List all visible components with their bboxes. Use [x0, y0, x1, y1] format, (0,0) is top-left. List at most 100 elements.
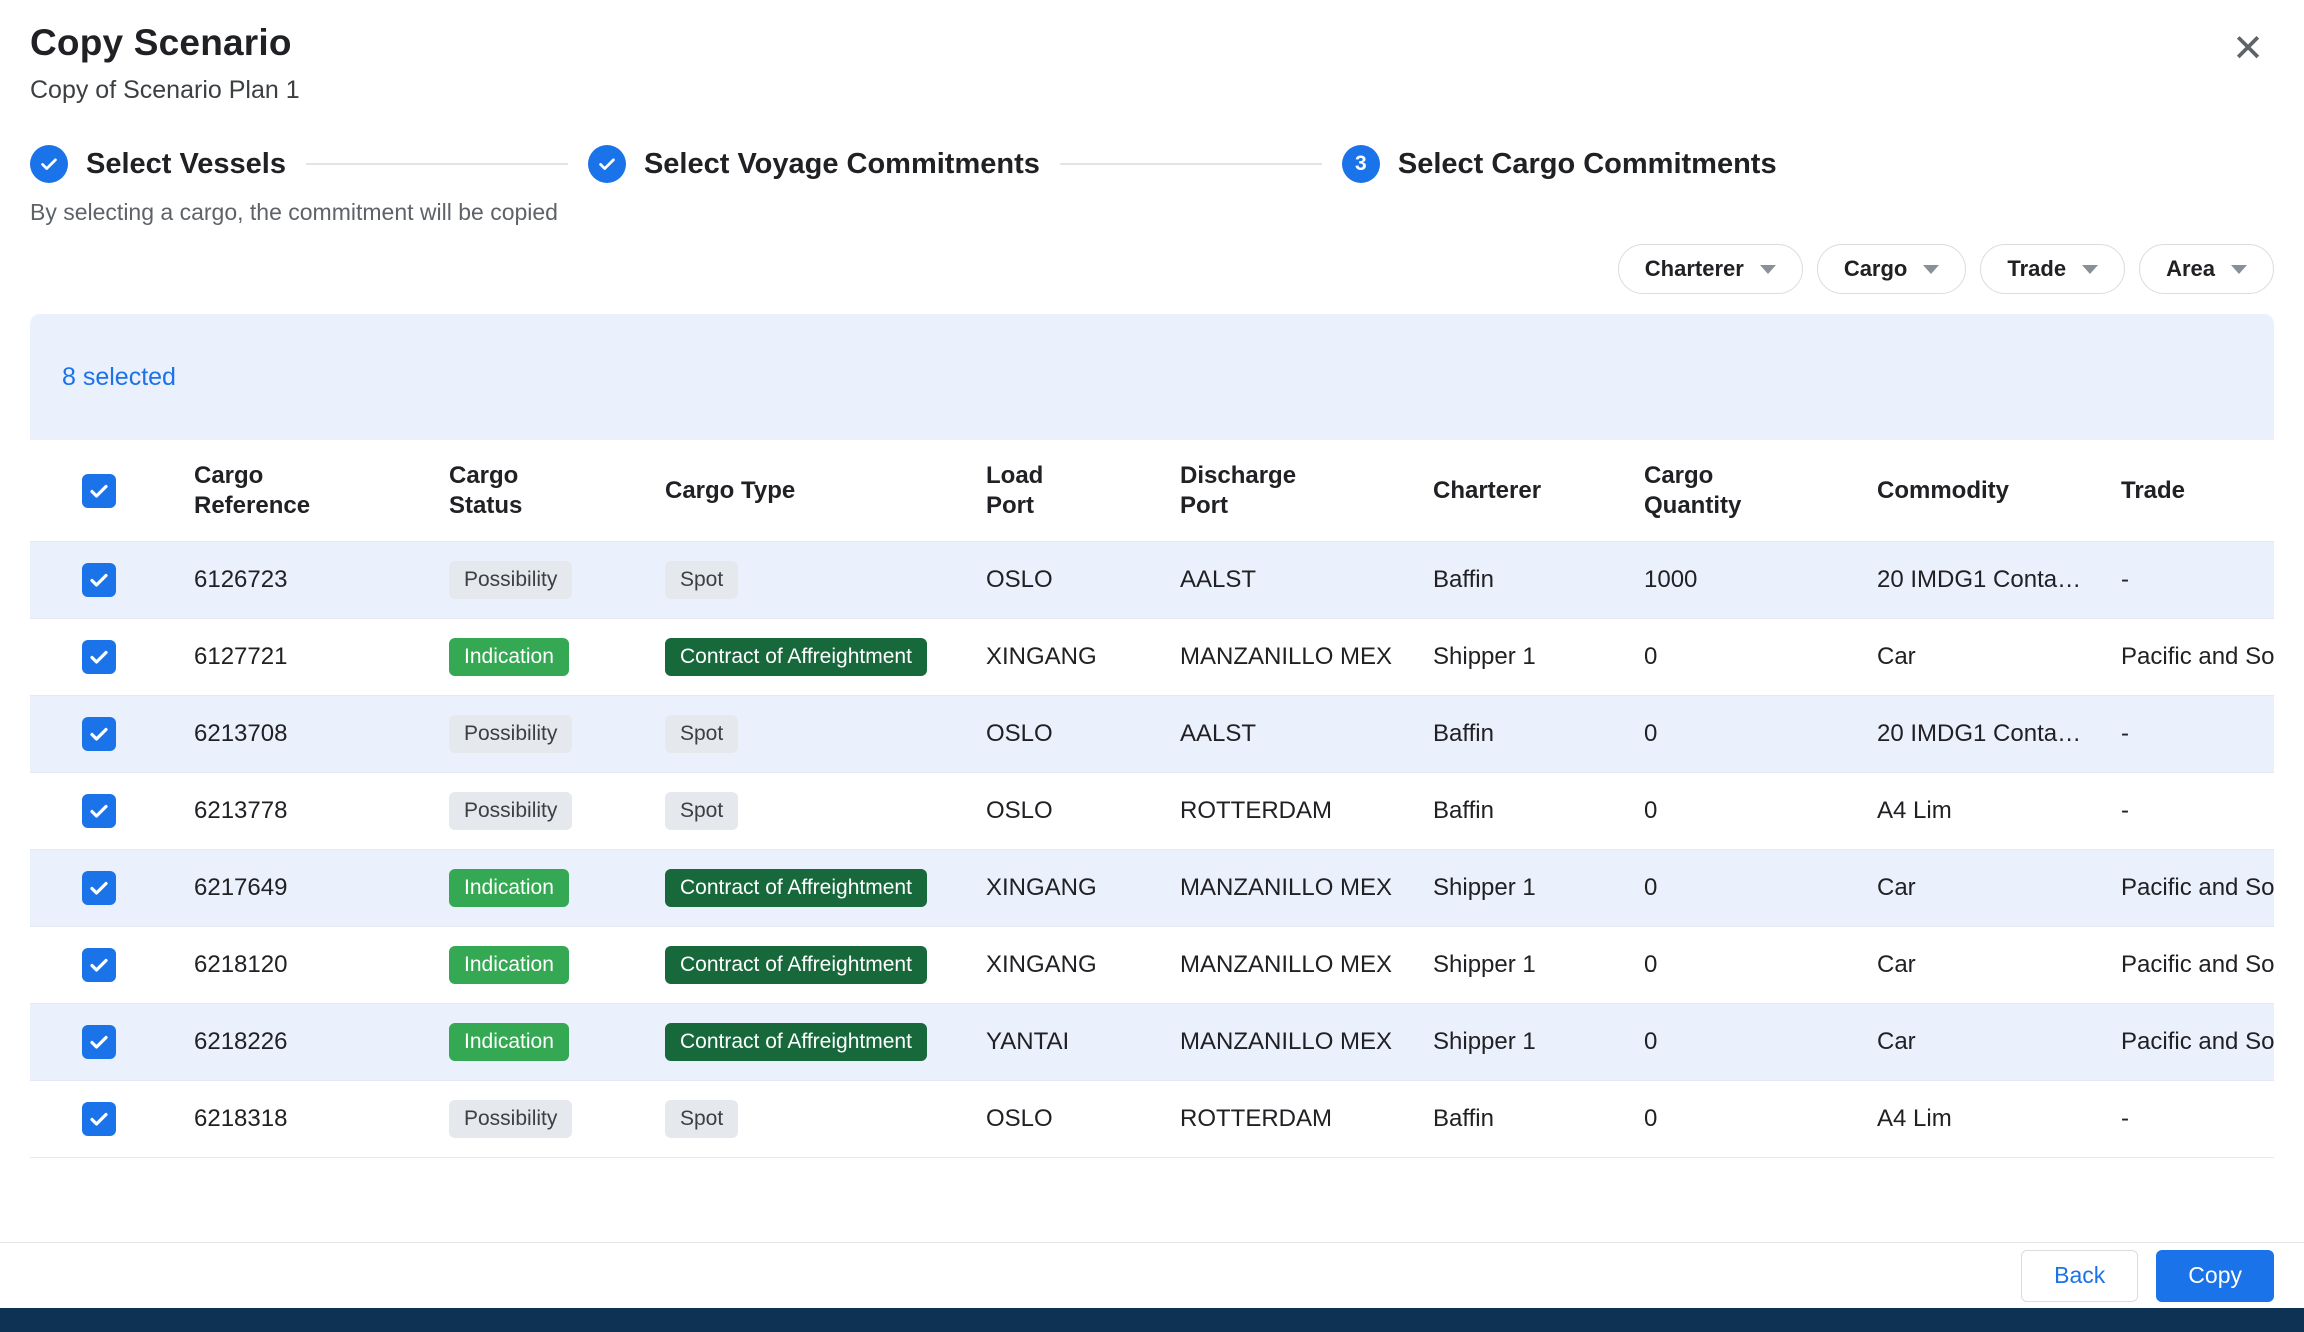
row-checkbox[interactable]	[82, 640, 116, 674]
discharge-port-cell: MANZANILLO MEX	[1180, 951, 1433, 979]
select-all-checkbox[interactable]	[82, 474, 116, 508]
charterer-cell: Baffin	[1433, 720, 1644, 748]
row-checkbox[interactable]	[82, 717, 116, 751]
commodity-cell: 20 IMDG1 Conta…	[1877, 720, 2121, 748]
cargo-status-cell: Indication	[449, 638, 665, 676]
trade-cell: -	[2121, 797, 2274, 825]
step1-check-icon	[30, 145, 68, 183]
table-row[interactable]: 6218318 Possibility Spot OSLO ROTTERDAM …	[30, 1081, 2274, 1158]
cargo-status-cell: Possibility	[449, 792, 665, 830]
table-row[interactable]: 6127721 Indication Contract of Affreight…	[30, 619, 2274, 696]
table-header-row: Cargo Reference Cargo Status Cargo Type …	[30, 440, 2274, 542]
table-row[interactable]: 6218226 Indication Contract of Affreight…	[30, 1004, 2274, 1081]
column-header-cargo-type: Cargo Type	[665, 476, 986, 506]
row-checkbox-cell	[30, 948, 194, 982]
row-checkbox-cell	[30, 563, 194, 597]
cargo-status-badge: Indication	[449, 638, 569, 676]
table-row[interactable]: 6217649 Indication Contract of Affreight…	[30, 850, 2274, 927]
step3-number-badge: 3	[1342, 145, 1380, 183]
cargo-type-cell: Spot	[665, 715, 986, 753]
row-checkbox[interactable]	[82, 794, 116, 828]
cargo-reference-cell: 6218226	[194, 1028, 449, 1056]
column-header-cargo-status: Cargo Status	[449, 461, 665, 521]
cargo-quantity-cell: 0	[1644, 1028, 1877, 1056]
row-checkbox-cell	[30, 1025, 194, 1059]
column-header-cargo-quantity: Cargo Quantity	[1644, 461, 1877, 521]
chevron-down-icon	[2231, 265, 2247, 274]
table-row[interactable]: 6126723 Possibility Spot OSLO AALST Baff…	[30, 542, 2274, 619]
discharge-port-cell: MANZANILLO MEX	[1180, 874, 1433, 902]
trade-filter-dropdown[interactable]: Trade	[1980, 244, 2125, 294]
cargo-reference-cell: 6126723	[194, 566, 449, 594]
load-port-cell: YANTAI	[986, 1028, 1180, 1056]
cargo-status-badge: Possibility	[449, 1100, 572, 1138]
copy-scenario-dialog: Copy Scenario Copy of Scenario Plan 1 ✕ …	[0, 0, 2304, 1234]
row-checkbox-cell	[30, 1102, 194, 1136]
chevron-down-icon	[2082, 265, 2098, 274]
row-checkbox[interactable]	[82, 563, 116, 597]
selection-summary-bar: 8 selected	[30, 314, 2274, 440]
commodity-cell: Car	[1877, 874, 2121, 902]
trade-filter-label: Trade	[2007, 256, 2066, 282]
cargo-filter-label: Cargo	[1844, 256, 1908, 282]
cargo-type-cell: Contract of Affreightment	[665, 1023, 986, 1061]
copy-button[interactable]: Copy	[2156, 1250, 2274, 1302]
cargo-type-cell: Contract of Affreightment	[665, 946, 986, 984]
trade-cell: Pacific and So…	[2121, 1028, 2274, 1056]
charterer-cell: Shipper 1	[1433, 874, 1644, 902]
close-icon[interactable]: ✕	[2222, 24, 2274, 74]
row-checkbox[interactable]	[82, 871, 116, 905]
column-header-load-port: Load Port	[986, 461, 1180, 521]
row-checkbox[interactable]	[82, 948, 116, 982]
row-checkbox[interactable]	[82, 1102, 116, 1136]
charterer-cell: Shipper 1	[1433, 643, 1644, 671]
cargo-quantity-cell: 0	[1644, 951, 1877, 979]
load-port-cell: OSLO	[986, 1105, 1180, 1133]
row-checkbox[interactable]	[82, 1025, 116, 1059]
step-select-vessels[interactable]: Select Vessels	[30, 145, 286, 183]
cargo-type-badge: Spot	[665, 715, 738, 753]
cargo-quantity-cell: 0	[1644, 1105, 1877, 1133]
trade-cell: -	[2121, 566, 2274, 594]
cargo-status-cell: Indication	[449, 869, 665, 907]
discharge-port-cell: ROTTERDAM	[1180, 1105, 1433, 1133]
stepper: Select Vessels Select Voyage Commitments…	[30, 145, 2274, 183]
charterer-cell: Shipper 1	[1433, 951, 1644, 979]
charterer-filter-dropdown[interactable]: Charterer	[1618, 244, 1803, 294]
cargo-reference-cell: 6217649	[194, 874, 449, 902]
commodity-cell: 20 IMDG1 Conta…	[1877, 566, 2121, 594]
table-row[interactable]: 6213708 Possibility Spot OSLO AALST Baff…	[30, 696, 2274, 773]
charterer-cell: Baffin	[1433, 566, 1644, 594]
trade-cell: Pacific and So…	[2121, 643, 2274, 671]
chevron-down-icon	[1923, 265, 1939, 274]
area-filter-dropdown[interactable]: Area	[2139, 244, 2274, 294]
cargo-type-cell: Contract of Affreightment	[665, 869, 986, 907]
back-button[interactable]: Back	[2021, 1250, 2138, 1302]
selected-count: 8 selected	[62, 363, 176, 392]
stepper-connector	[1060, 163, 1322, 165]
step-select-voyage-commitments[interactable]: Select Voyage Commitments	[588, 145, 1040, 183]
table-row[interactable]: 6218120 Indication Contract of Affreight…	[30, 927, 2274, 1004]
load-port-cell: XINGANG	[986, 874, 1180, 902]
cargo-reference-cell: 6213778	[194, 797, 449, 825]
cargo-status-badge: Indication	[449, 1023, 569, 1061]
table-row[interactable]: 6213778 Possibility Spot OSLO ROTTERDAM …	[30, 773, 2274, 850]
cargo-status-badge: Possibility	[449, 715, 572, 753]
cargo-quantity-cell: 1000	[1644, 566, 1877, 594]
filter-bar: Charterer Cargo Trade Area	[30, 244, 2274, 294]
row-checkbox-cell	[30, 640, 194, 674]
column-header-discharge-port: Discharge Port	[1180, 461, 1433, 521]
cargo-reference-cell: 6218120	[194, 951, 449, 979]
trade-cell: -	[2121, 720, 2274, 748]
cargo-status-cell: Possibility	[449, 715, 665, 753]
cargo-type-badge: Contract of Affreightment	[665, 869, 927, 907]
cargo-reference-cell: 6127721	[194, 643, 449, 671]
cargo-filter-dropdown[interactable]: Cargo	[1817, 244, 1967, 294]
charterer-filter-label: Charterer	[1645, 256, 1744, 282]
charterer-cell: Shipper 1	[1433, 1028, 1644, 1056]
step-select-cargo-commitments[interactable]: 3 Select Cargo Commitments	[1342, 145, 1777, 183]
discharge-port-cell: ROTTERDAM	[1180, 797, 1433, 825]
column-header-trade: Trade	[2121, 476, 2274, 506]
dialog-titles: Copy Scenario Copy of Scenario Plan 1	[30, 22, 300, 105]
cargo-quantity-cell: 0	[1644, 720, 1877, 748]
